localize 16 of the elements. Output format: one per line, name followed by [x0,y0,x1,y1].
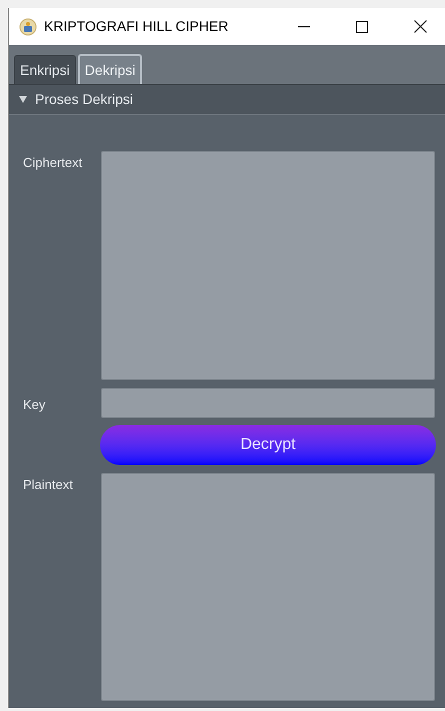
maximize-icon[interactable] [356,20,368,32]
ciphertext-label: Ciphertext [22,154,84,172]
key-field[interactable] [101,388,435,418]
window-title: KRIPTOGRAFI HILL CIPHER [44,17,228,36]
app-emblem-icon [19,18,37,36]
expand-triangle-icon [19,96,27,103]
minimize-icon[interactable] [298,26,310,28]
tab[interactable]: Enkripsi [14,55,76,84]
close-icon[interactable] [414,20,427,33]
key-label: Key [22,396,46,414]
plaintext-label: Plaintext [22,476,74,494]
tab[interactable]: Dekripsi [78,54,142,84]
ciphertext-field[interactable] [101,151,435,380]
decrypt-button[interactable]: Decrypt [100,425,436,465]
plaintext-field[interactable] [101,473,435,701]
section-header[interactable]: Proses Dekripsi [9,84,445,114]
